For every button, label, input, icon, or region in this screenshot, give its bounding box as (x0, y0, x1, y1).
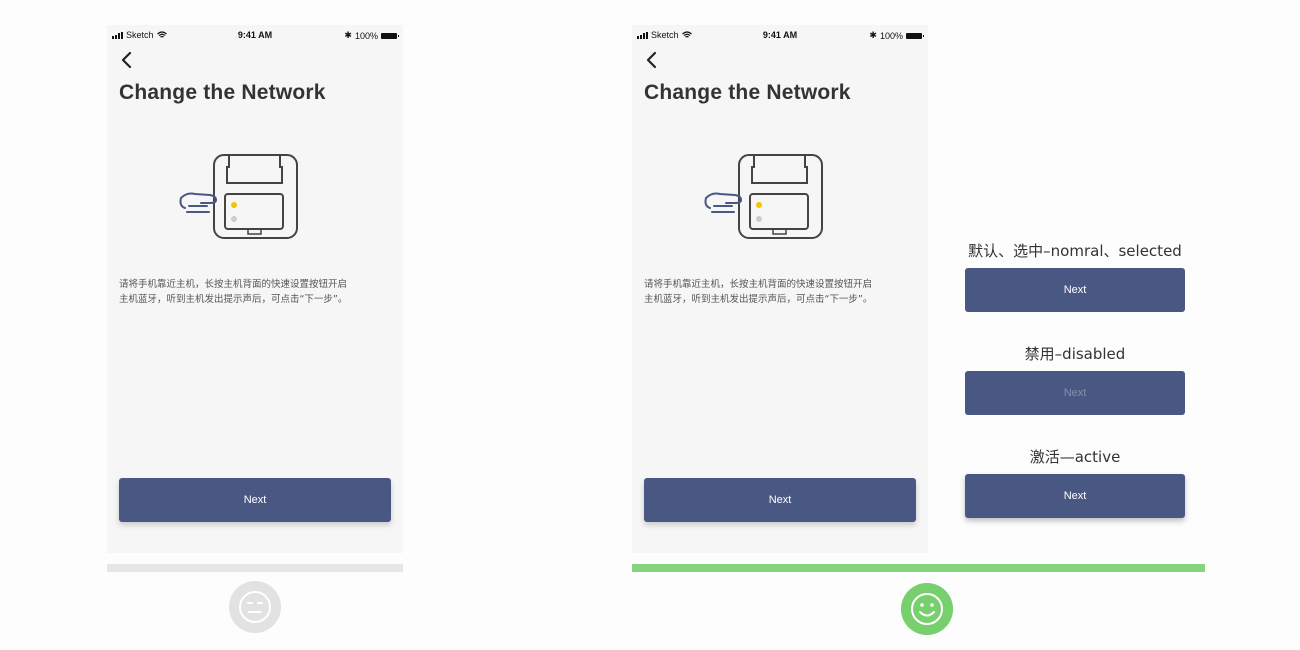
state-label-disabled: 禁用–disabled (1024, 345, 1126, 363)
chevron-left-icon[interactable] (119, 51, 135, 69)
neutral-face-icon (229, 581, 281, 633)
page-title: Change the Network (644, 81, 851, 104)
page-title: Change the Network (119, 81, 326, 104)
state-label-active: 激活—active (1029, 448, 1121, 466)
device-with-finger-icon (704, 154, 823, 239)
good-indicator-bar (632, 564, 1205, 572)
device-with-finger-icon (179, 154, 298, 239)
instructions-text: 请将手机靠近主机，长按主机背面的快速设置按钮开启 主机蓝牙，听到主机发出提示声后… (119, 279, 348, 305)
bad-indicator-bar (107, 564, 403, 572)
battery-icon (906, 32, 924, 39)
status-bar: Sketch 9:41 AM ✱ 100% (632, 25, 928, 45)
next-button-disabled: Next (965, 371, 1185, 415)
status-bar: Sketch 9:41 AM ✱ 100% (107, 25, 403, 45)
bluetooth-icon: ✱ (344, 30, 352, 40)
bluetooth-icon: ✱ (869, 30, 877, 40)
state-label-normal: 默认、选中–nomral、selected (968, 242, 1182, 260)
battery-percent: 100% (879, 30, 903, 41)
instructions-text: 请将手机靠近主机，长按主机背面的快速设置按钮开启 主机蓝牙，听到主机发出提示声后… (644, 279, 873, 305)
battery-icon (381, 32, 399, 39)
chevron-left-icon[interactable] (644, 51, 660, 69)
battery-percent: 100% (354, 30, 378, 41)
next-button-normal[interactable]: Next (965, 268, 1185, 312)
next-button[interactable]: Next (644, 478, 916, 522)
smiley-face-icon (901, 583, 953, 635)
phone-screen-before: Sketch 9:41 AM ✱ 100% Change the Network… (107, 25, 403, 553)
next-button[interactable]: Next (119, 478, 391, 522)
phone-screen-after: Sketch 9:41 AM ✱ 100% Change the Network… (632, 25, 928, 553)
next-button-active[interactable]: Next (965, 474, 1185, 518)
